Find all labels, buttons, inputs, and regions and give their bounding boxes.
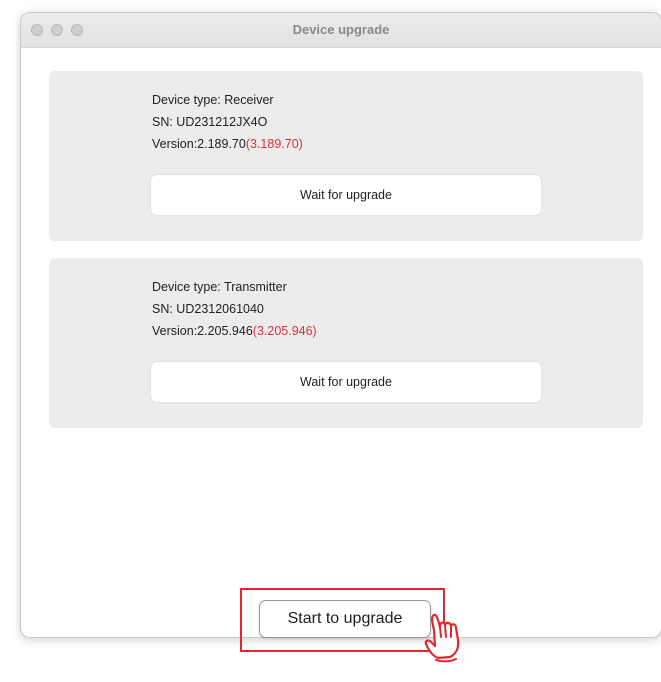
target-version: (3.189.70) xyxy=(245,137,303,151)
device-card-receiver: Device type: Receiver SN: UD231212JX4O V… xyxy=(49,71,643,241)
version-label: Version:2.189.70(3.189.70) xyxy=(152,133,303,155)
current-version: Version:2.205.946 xyxy=(152,324,253,338)
title-bar: Device upgrade xyxy=(21,13,661,48)
device-type-label: Device type: Transmitter xyxy=(152,280,287,294)
serial-number-label: SN: UD2312061040 xyxy=(152,302,264,316)
start-upgrade-button[interactable]: Start to upgrade xyxy=(259,600,431,638)
target-version: (3.205.946) xyxy=(252,324,317,338)
current-version: Version:2.189.70 xyxy=(152,137,246,151)
device-info: Device type: Receiver SN: UD231212JX4O V… xyxy=(152,89,303,155)
device-upgrade-window: Device upgrade Device type: Receiver SN:… xyxy=(20,12,661,638)
device-info: Device type: Transmitter SN: UD231206104… xyxy=(152,276,317,342)
wait-for-upgrade-button[interactable]: Wait for upgrade xyxy=(151,175,541,215)
window-title: Device upgrade xyxy=(292,22,390,37)
device-card-transmitter: Device type: Transmitter SN: UD231206104… xyxy=(49,258,643,428)
version-label: Version:2.205.946(3.205.946) xyxy=(152,320,317,342)
device-type-label: Device type: Receiver xyxy=(152,93,274,107)
pointing-hand-icon xyxy=(424,613,460,663)
wait-for-upgrade-button[interactable]: Wait for upgrade xyxy=(151,362,541,402)
serial-number-label: SN: UD231212JX4O xyxy=(152,115,268,129)
